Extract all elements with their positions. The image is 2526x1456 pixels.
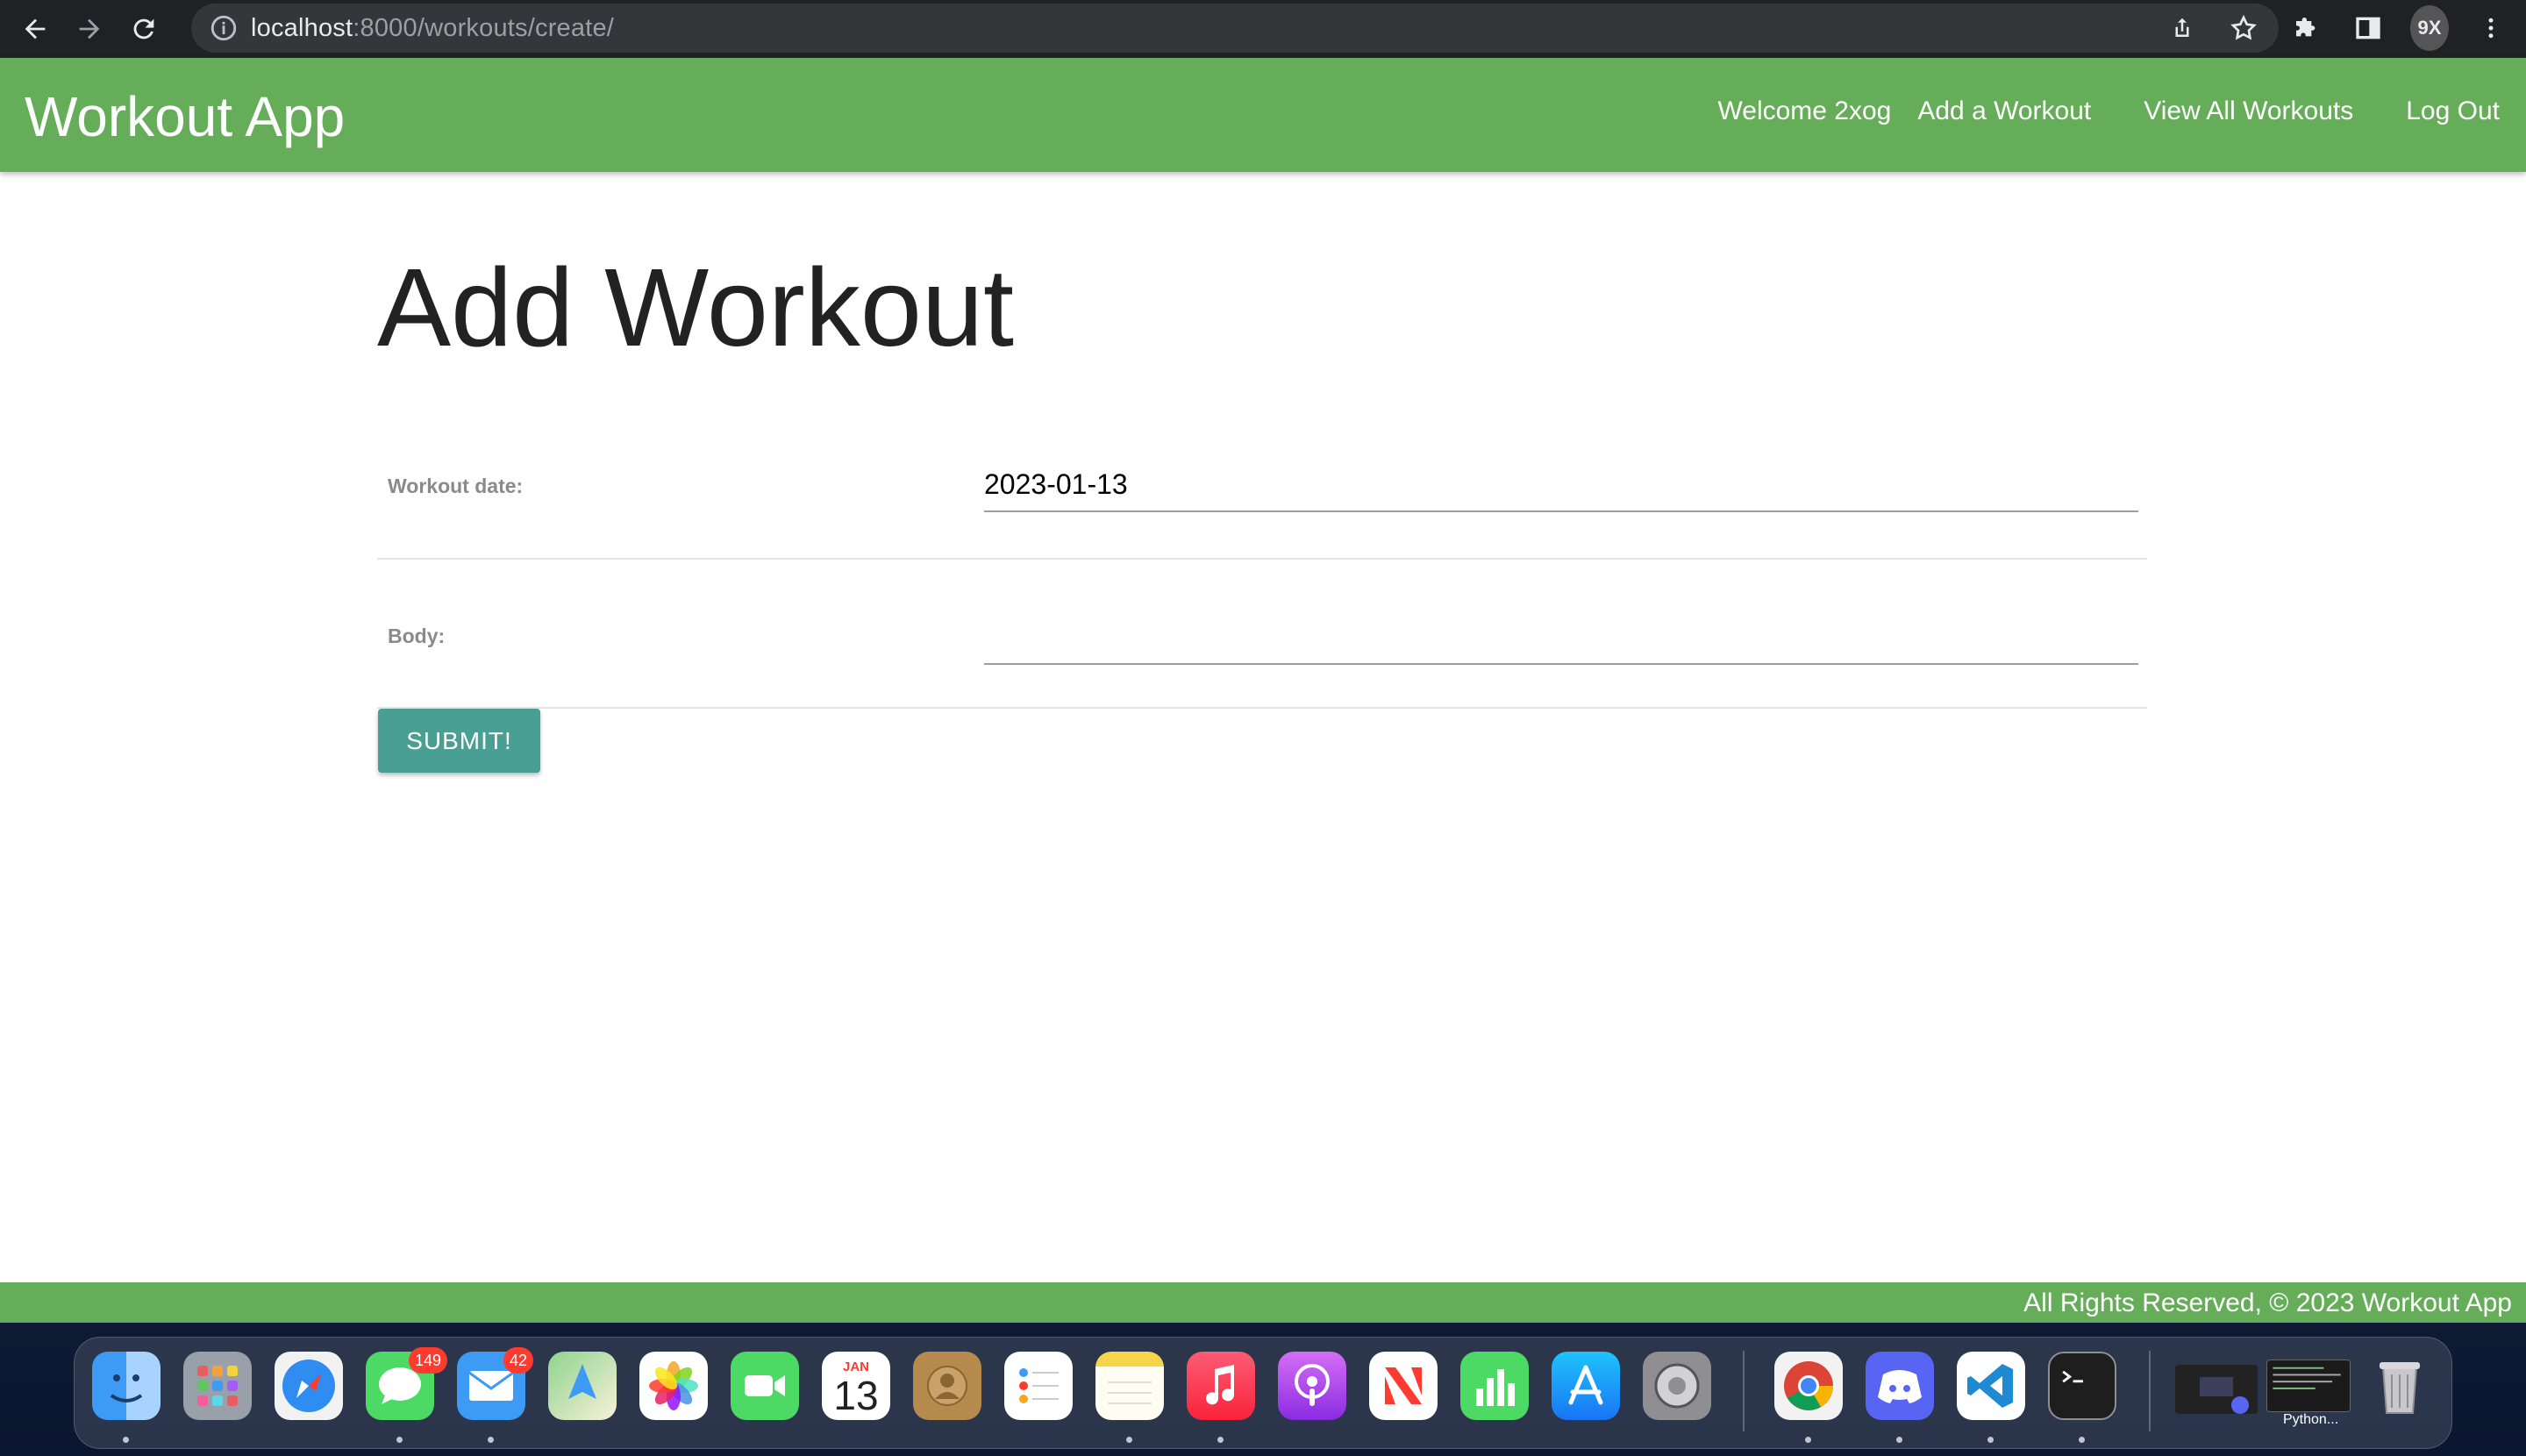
- reminders-icon[interactable]: [1004, 1352, 1073, 1420]
- nav-links: Welcome 2xog Add a Workout View All Work…: [1691, 96, 2500, 126]
- side-panel-icon[interactable]: [2349, 5, 2387, 51]
- terminal-icon[interactable]: [2048, 1352, 2116, 1420]
- news-icon[interactable]: [1369, 1352, 1438, 1420]
- workout-date-label: Workout date:: [388, 475, 524, 497]
- dock-separator: [1743, 1351, 1745, 1431]
- address-bar[interactable]: localhost:8000/workouts/create/: [191, 4, 2279, 53]
- notes-running-dot: [1126, 1437, 1132, 1443]
- body-field[interactable]: [984, 610, 2138, 665]
- discord-running-dot: [1896, 1437, 1902, 1443]
- site-info-icon[interactable]: [209, 13, 239, 43]
- bookmark-star-icon[interactable]: [2226, 11, 2261, 46]
- forward-icon[interactable]: [68, 8, 111, 50]
- footer-copyright: All Rights Reserved, © 2023 Workout App: [2023, 1288, 2512, 1317]
- finder-icon[interactable]: [92, 1352, 161, 1420]
- body-label: Body:: [388, 625, 446, 647]
- vscode-icon[interactable]: [1957, 1352, 2025, 1420]
- brand-link[interactable]: Workout App: [25, 84, 345, 149]
- nav-view-all-workouts[interactable]: View All Workouts: [2144, 96, 2353, 126]
- music-running-dot: [1217, 1437, 1224, 1443]
- discord-window-thumbnail[interactable]: [2175, 1365, 2258, 1414]
- discord-icon[interactable]: [1866, 1352, 1934, 1420]
- submit-button[interactable]: SUBMIT!: [378, 709, 540, 773]
- maps-icon[interactable]: [548, 1352, 617, 1420]
- calendar-month: JAN: [842, 1359, 869, 1374]
- chrome-icon[interactable]: [1774, 1352, 1843, 1420]
- vscode-running-dot: [1987, 1437, 1994, 1443]
- share-icon[interactable]: [2165, 11, 2200, 46]
- nav-log-out[interactable]: Log Out: [2406, 96, 2500, 126]
- page-footer: All Rights Reserved, © 2023 Workout App: [0, 1282, 2526, 1323]
- url-path: :8000/workouts/create/: [353, 13, 615, 42]
- mail-running-dot: [488, 1437, 494, 1443]
- numbers-icon[interactable]: [1460, 1352, 1529, 1420]
- welcome-text: Welcome 2xog: [1717, 96, 1892, 125]
- messages-badge: 149: [409, 1347, 448, 1374]
- mail-badge: 42: [503, 1347, 534, 1374]
- finder-running-dot: [123, 1437, 129, 1443]
- chrome-running-dot: [1805, 1437, 1811, 1443]
- photos-icon[interactable]: [639, 1352, 708, 1420]
- contacts-icon[interactable]: [913, 1352, 981, 1420]
- back-icon[interactable]: [14, 8, 56, 50]
- reload-icon[interactable]: [123, 8, 165, 50]
- dock-separator-2: [2149, 1351, 2151, 1431]
- music-icon[interactable]: [1187, 1352, 1255, 1420]
- python-window-thumbnail[interactable]: [2266, 1360, 2351, 1412]
- nav-add-workout[interactable]: Add a Workout: [1917, 96, 2091, 126]
- python-window-label: Python...: [2283, 1412, 2339, 1427]
- app-navbar: Workout App Welcome 2xog Add a Workout V…: [0, 58, 2526, 172]
- url-host: localhost: [251, 13, 353, 42]
- browser-toolbar: localhost:8000/workouts/create/ 9X: [0, 0, 2526, 58]
- app-store-icon[interactable]: [1552, 1352, 1620, 1420]
- podcasts-icon[interactable]: [1278, 1352, 1346, 1420]
- calendar-icon[interactable]: JAN 13: [822, 1352, 890, 1420]
- body-row: Body:: [377, 570, 2147, 709]
- url-text: localhost:8000/workouts/create/: [251, 14, 614, 43]
- profile-avatar[interactable]: 9X: [2410, 5, 2449, 51]
- facetime-icon[interactable]: [731, 1352, 799, 1420]
- menu-kebab-icon[interactable]: [2472, 5, 2510, 51]
- messages-running-dot: [396, 1437, 403, 1443]
- system-settings-icon[interactable]: [1643, 1352, 1711, 1420]
- trash-icon[interactable]: [2365, 1352, 2434, 1420]
- extensions-icon[interactable]: [2287, 5, 2326, 51]
- safari-icon[interactable]: [275, 1352, 343, 1420]
- terminal-running-dot: [2079, 1437, 2085, 1443]
- calendar-day: 13: [833, 1372, 879, 1418]
- launchpad-icon[interactable]: [183, 1352, 252, 1420]
- notes-icon[interactable]: [1095, 1352, 1164, 1420]
- page-title: Add Workout: [377, 246, 1015, 369]
- workout-date-row: Workout date:: [377, 421, 2147, 560]
- profile-initials: 9X: [2410, 5, 2449, 51]
- workout-date-field[interactable]: [984, 458, 2138, 512]
